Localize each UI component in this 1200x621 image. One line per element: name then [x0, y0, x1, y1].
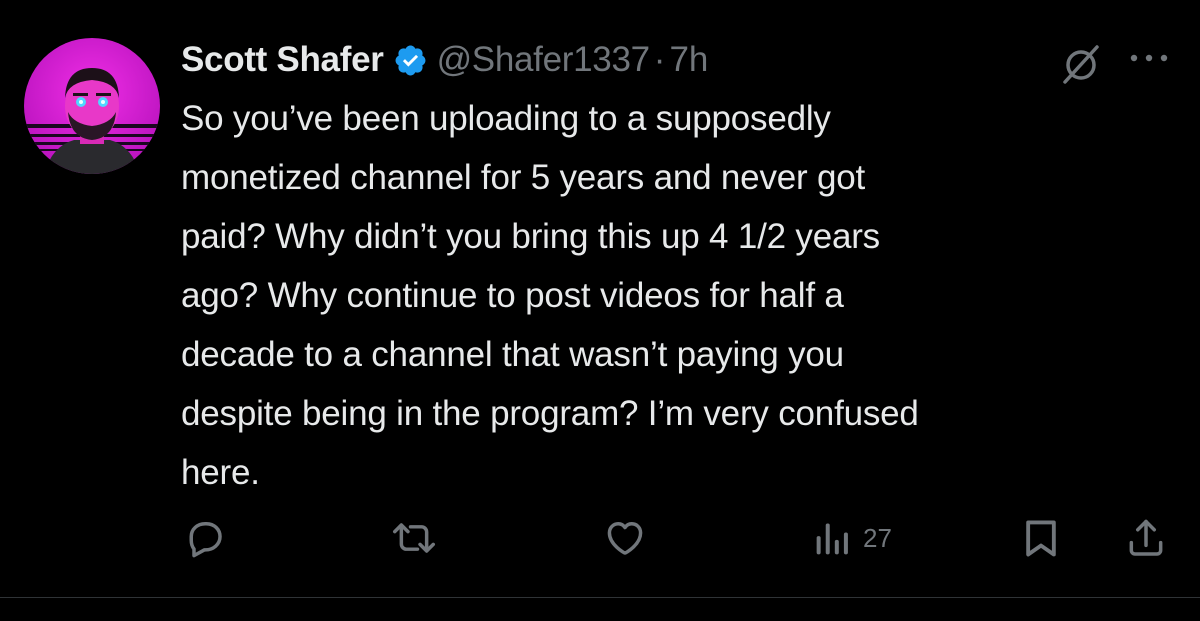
- retweet-icon: [393, 523, 435, 553]
- tweet-header: Scott Shafer @Shafer1337 · 7h: [181, 34, 708, 86]
- share-button[interactable]: [1124, 515, 1168, 561]
- avatar[interactable]: [24, 38, 160, 174]
- timestamp[interactable]: 7h: [669, 40, 708, 80]
- views-count: 27: [863, 522, 892, 553]
- views-button[interactable]: 27: [813, 515, 892, 561]
- user-handle[interactable]: @Shafer1337: [437, 40, 651, 80]
- verified-badge-icon[interactable]: [393, 43, 428, 78]
- grok-icon[interactable]: [1057, 40, 1105, 88]
- reply-button[interactable]: [183, 515, 227, 561]
- display-name[interactable]: Scott Shafer: [181, 40, 384, 80]
- more-options-icon[interactable]: [1127, 48, 1171, 68]
- retweet-button[interactable]: [390, 515, 438, 561]
- tweet-text: So you’ve been uploading to a supposedly…: [181, 99, 919, 492]
- divider: [0, 597, 1200, 598]
- reply-icon: [189, 521, 222, 558]
- views-icon: [816, 523, 848, 555]
- like-button[interactable]: [603, 515, 647, 561]
- heart-icon: [607, 521, 643, 555]
- bookmark-button[interactable]: [1019, 515, 1063, 561]
- share-icon: [1129, 519, 1163, 556]
- bookmark-icon: [1026, 520, 1056, 557]
- avatar-image: [24, 38, 160, 174]
- tweet[interactable]: Scott Shafer @Shafer1337 · 7h So you’ve …: [0, 0, 1200, 597]
- separator-dot: ·: [653, 40, 666, 79]
